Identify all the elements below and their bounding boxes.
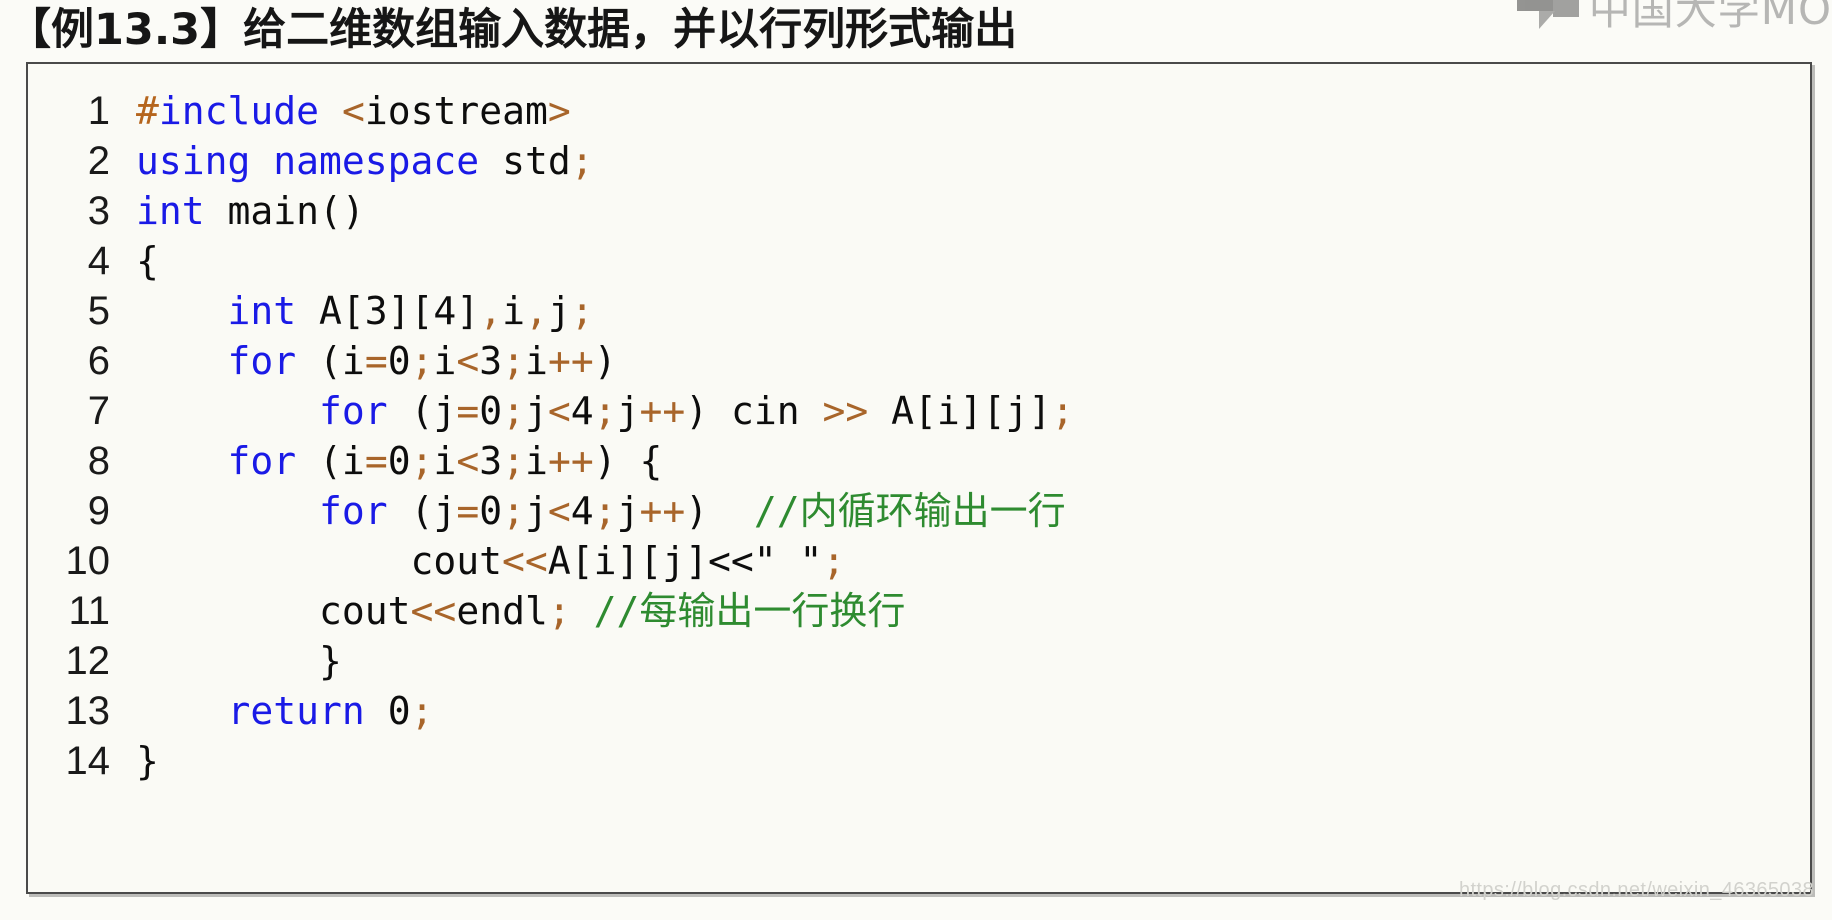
line-number: 5 <box>87 289 110 333</box>
line-source: #include <iostream> <box>136 89 571 133</box>
line-source: for (j=0;j<4;j++) //内循环输出一行 <box>319 489 1066 533</box>
mooc-logo: 中国大学MO <box>1516 0 1832 34</box>
line-source: } <box>136 739 159 783</box>
code-block: 1 #include <iostream> 2 using namespace … <box>26 62 1812 894</box>
line-source: } <box>136 639 342 683</box>
code-line: 3 int main() <box>28 186 1810 236</box>
line-source: int A[3][4],i,j; <box>227 289 594 333</box>
line-number: 11 <box>68 589 110 633</box>
line-number: 2 <box>87 139 110 183</box>
line-number: 13 <box>65 689 111 733</box>
code-line: 12 } <box>28 636 1810 686</box>
code-line: 10 cout<<A[i][j]<<" "; <box>28 536 1810 586</box>
code-line: 13 return 0; <box>28 686 1810 736</box>
code-line: 1 #include <iostream> <box>28 86 1810 136</box>
line-source: for (j=0;j<4;j++) cin >> A[i][j]; <box>319 389 1075 433</box>
line-source: { <box>136 239 159 283</box>
code-line: 4 { <box>28 236 1810 286</box>
line-number: 1 <box>87 89 110 133</box>
line-number: 12 <box>65 639 111 683</box>
line-number: 4 <box>87 239 110 283</box>
line-source: using namespace std; <box>136 139 594 183</box>
code-line: 2 using namespace std; <box>28 136 1810 186</box>
line-source: for (i=0;i<3;i++) <box>227 339 617 383</box>
code-line: 7 for (j=0;j<4;j++) cin >> A[i][j]; <box>28 386 1810 436</box>
line-source: return 0; <box>227 689 434 733</box>
line-number: 14 <box>65 739 111 783</box>
mooc-brand-text: 中国大学MO <box>1588 0 1832 34</box>
line-number: 3 <box>87 189 110 233</box>
code-line: 9 for (j=0;j<4;j++) //内循环输出一行 <box>28 486 1810 536</box>
line-source: int main() <box>136 189 365 233</box>
csdn-watermark: https://blog.csdn.net/weixin_46365038 <box>1458 879 1814 901</box>
line-number: 6 <box>87 339 110 383</box>
code-line: 14 } <box>28 736 1810 786</box>
page-title: 【例13.3】给二维数组输入数据，并以行列形式输出 <box>8 5 1018 55</box>
line-number: 7 <box>87 389 110 433</box>
code-line: 11 cout<<endl; //每输出一行换行 <box>28 586 1810 636</box>
line-source: cout<<endl; //每输出一行换行 <box>136 589 906 633</box>
line-number: 9 <box>87 489 110 533</box>
line-source: for (i=0;i<3;i++) { <box>227 439 663 483</box>
code-line: 5 int A[3][4],i,j; <box>28 286 1810 336</box>
code-line: 8 for (i=0;i<3;i++) { <box>28 436 1810 486</box>
code-lines-container: 1 #include <iostream> 2 using namespace … <box>28 64 1810 786</box>
code-line: 6 for (i=0;i<3;i++) <box>28 336 1810 386</box>
mooc-cube-icon <box>1516 0 1579 31</box>
line-number: 10 <box>65 539 111 583</box>
line-number: 8 <box>87 439 110 483</box>
line-source: cout<<A[i][j]<<" "; <box>136 539 846 583</box>
